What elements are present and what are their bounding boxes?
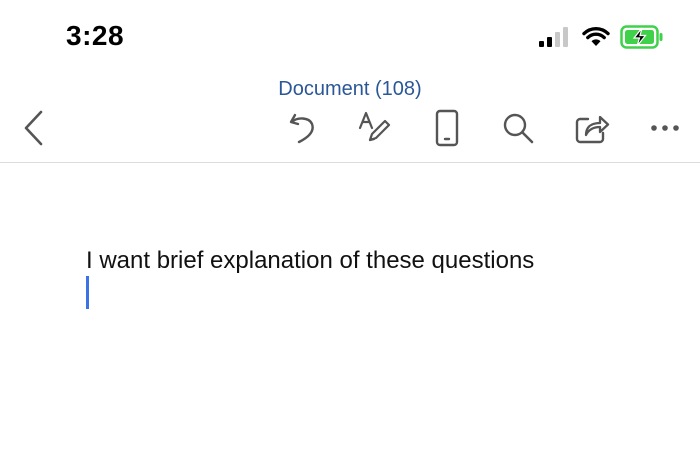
mobile-view-button[interactable]: [427, 108, 467, 148]
back-button[interactable]: [14, 108, 54, 148]
wifi-icon: [582, 26, 610, 46]
word-mobile-screen: 3:28 Document (108) I want brief explana…: [0, 0, 700, 465]
status-time: 3:28: [66, 20, 125, 51]
toolbar-divider: [0, 162, 700, 163]
document-canvas[interactable]: I want brief explanation of these questi…: [0, 180, 700, 465]
more-options-button[interactable]: [645, 108, 685, 148]
draw-button[interactable]: [354, 108, 394, 148]
document-paragraph[interactable]: I want brief explanation of these questi…: [86, 247, 534, 275]
back-chevron-icon: [24, 110, 43, 146]
undo-button[interactable]: [282, 108, 322, 148]
text-cursor: [86, 276, 89, 309]
draw-pen-icon: [358, 111, 391, 142]
cellular-signal-icon: [539, 27, 568, 47]
mobile-view-icon: [435, 109, 459, 147]
search-button[interactable]: [498, 108, 538, 148]
battery-charging-icon: [620, 25, 663, 49]
share-icon: [575, 115, 610, 144]
document-title[interactable]: Document (108): [0, 78, 700, 101]
search-icon: [503, 113, 534, 144]
more-options-icon: [651, 125, 679, 131]
undo-icon: [289, 113, 314, 144]
share-button[interactable]: [572, 108, 612, 148]
